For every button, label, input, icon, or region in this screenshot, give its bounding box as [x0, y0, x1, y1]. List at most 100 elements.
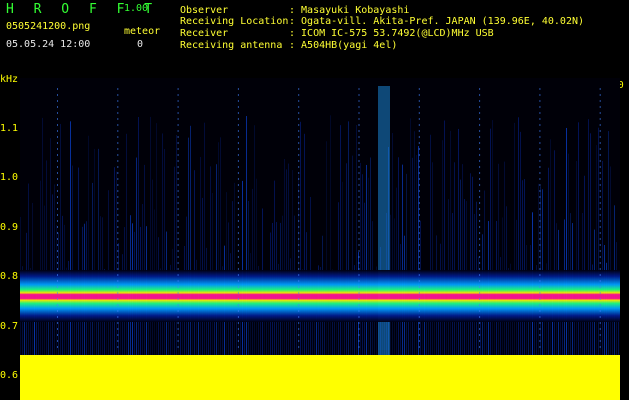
noise-streak	[50, 138, 51, 355]
hour-tick	[298, 100, 300, 102]
hour-tick	[599, 316, 601, 318]
hour-tick	[57, 88, 58, 90]
hour-tick	[539, 142, 541, 144]
hour-tick	[479, 262, 481, 264]
hour-tick	[237, 340, 239, 342]
hour-tick	[117, 118, 119, 120]
hour-tick	[479, 328, 481, 330]
hour-tick	[358, 292, 360, 294]
hour-tick	[418, 322, 420, 324]
noise-streak	[370, 157, 371, 355]
hour-tick	[117, 196, 119, 198]
hour-tick	[237, 118, 239, 120]
hour-tick	[479, 112, 481, 114]
hour-tick	[358, 274, 360, 276]
hour-tick	[539, 148, 541, 150]
hour-tick	[237, 238, 239, 240]
hour-tick	[298, 196, 300, 198]
hour-tick	[237, 160, 239, 162]
hour-tick	[237, 166, 239, 168]
hour-tick	[177, 172, 179, 174]
hour-tick	[298, 274, 300, 276]
hour-tick	[298, 298, 300, 300]
y-tick-label: 0.6	[0, 370, 19, 382]
hour-tick	[177, 136, 179, 138]
hour-tick	[237, 304, 239, 306]
hour-tick	[237, 220, 239, 222]
noise-streak	[116, 171, 117, 355]
hour-tick	[599, 328, 601, 330]
hour-tick	[57, 148, 58, 150]
noise-streak	[498, 163, 499, 355]
hour-tick	[539, 232, 541, 234]
noise-streak	[504, 161, 505, 355]
hour-tick	[539, 214, 541, 216]
hour-tick	[117, 136, 119, 138]
hour-tick	[117, 214, 119, 216]
noise-streak	[596, 145, 597, 355]
hour-tick	[599, 346, 601, 348]
hour-tick	[599, 226, 601, 228]
hour-tick	[418, 340, 420, 342]
noise-streak	[164, 148, 165, 355]
hour-tick	[479, 232, 481, 234]
hour-tick	[418, 112, 420, 114]
hour-tick	[599, 214, 601, 216]
hour-tick	[479, 250, 481, 252]
hour-tick	[418, 100, 420, 102]
hour-tick	[57, 286, 58, 288]
hour-tick	[599, 262, 601, 264]
hour-tick	[57, 130, 58, 132]
hour-tick	[177, 88, 179, 90]
hour-tick	[358, 334, 360, 336]
hour-tick	[177, 178, 179, 180]
hour-tick	[117, 250, 119, 252]
noise-streak	[28, 183, 29, 355]
hour-tick	[539, 88, 541, 90]
hour-tick	[117, 334, 119, 336]
hour-tick	[539, 202, 541, 204]
hour-tick	[177, 262, 179, 264]
hour-tick	[117, 202, 119, 204]
hour-tick	[57, 100, 58, 102]
hour-tick	[599, 100, 601, 102]
hour-tick	[57, 340, 58, 342]
hour-tick	[57, 268, 58, 270]
hour-tick	[418, 292, 420, 294]
hour-tick	[298, 346, 300, 348]
info-value-observer: : Masayuki Kobayashi	[289, 5, 410, 16]
hour-tick	[539, 316, 541, 318]
hour-tick	[117, 304, 119, 306]
hour-tick	[479, 172, 481, 174]
hour-tick	[418, 160, 420, 162]
hour-tick	[358, 202, 360, 204]
hour-tick	[237, 256, 239, 258]
hour-tick	[237, 208, 239, 210]
hour-tick	[117, 298, 119, 300]
hour-tick	[418, 214, 420, 216]
hour-tick	[358, 190, 360, 192]
hour-tick	[599, 106, 601, 108]
hour-tick	[177, 184, 179, 186]
hour-tick	[117, 208, 119, 210]
hour-tick	[177, 310, 179, 312]
hour-tick	[57, 220, 58, 222]
hour-tick	[539, 256, 541, 258]
hour-tick	[539, 184, 541, 186]
hour-tick	[57, 238, 58, 240]
hour-tick	[237, 196, 239, 198]
noise-streak	[610, 166, 611, 355]
hour-tick	[57, 232, 58, 234]
hour-tick	[57, 310, 58, 312]
hour-tick	[418, 220, 420, 222]
hour-tick	[479, 142, 481, 144]
hour-tick	[237, 286, 239, 288]
hour-tick	[599, 172, 601, 174]
hour-tick	[599, 136, 601, 138]
hour-tick	[237, 130, 239, 132]
hour-tick	[539, 298, 541, 300]
noise-streak	[416, 155, 417, 355]
hour-tick	[539, 160, 541, 162]
noise-streak	[362, 174, 363, 355]
hour-tick	[298, 172, 300, 174]
